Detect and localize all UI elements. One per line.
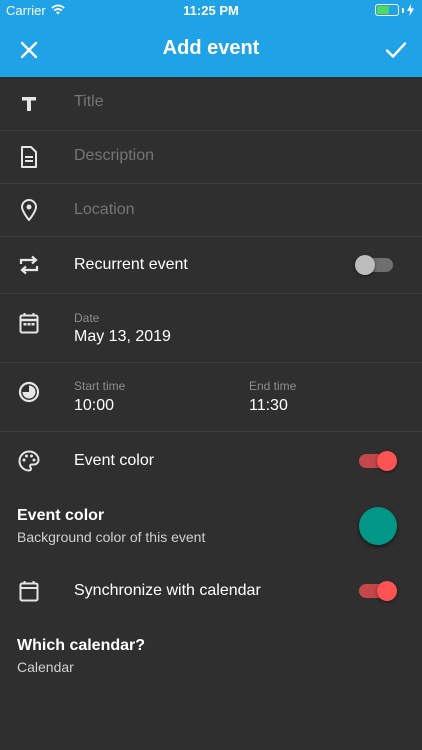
text-format-icon [17,92,41,116]
calendar-icon [17,311,41,335]
sync-calendar-row: Synchronize with calendar [0,562,422,620]
page-title: Add event [162,37,260,59]
event-color-title: Event color [17,507,105,524]
start-time-label: Start time [74,379,126,393]
sync-calendar-label: Synchronize with calendar [74,582,261,599]
event-color-toggle-row: Event color [0,432,422,490]
end-time-value: 11:30 [249,397,288,414]
which-calendar-selector[interactable]: Which calendar? Calendar [17,637,145,675]
recurrent-event-row: Recurrent event [0,237,422,294]
which-calendar-title: Which calendar? [17,637,146,654]
repeat-icon [17,253,41,277]
charging-icon [407,4,414,16]
app-bar: Add event [0,22,422,77]
date-row[interactable]: Date May 13, 2019 [0,294,422,363]
location-pin-icon [17,198,41,222]
description-input[interactable] [74,147,394,165]
event-color-toggle[interactable] [359,451,397,471]
which-calendar-value: Calendar [17,659,74,675]
color-swatch[interactable] [359,507,397,545]
description-icon [17,145,41,169]
event-color-subtitle: Background color of this event [17,529,206,545]
time-row: Start time 10:00 End time 11:30 [0,363,422,432]
checkmark-icon [385,42,407,58]
status-bar: Carrier 11:25 PM [0,0,422,22]
battery-icon [375,4,414,16]
status-time: 11:25 PM [183,3,239,18]
end-time-label: End time [249,379,297,393]
clock-icon [17,380,41,404]
location-row [0,184,422,237]
title-row [0,77,422,131]
calendar-outline-icon [17,579,41,603]
date-label: Date [74,311,100,325]
event-color-picker[interactable]: Event color Background color of this eve… [17,507,205,545]
start-time-value: 10:00 [74,397,115,414]
event-color-toggle-label: Event color [74,452,155,469]
save-button[interactable] [382,36,410,64]
sync-calendar-toggle[interactable] [359,581,397,601]
location-input[interactable] [74,201,394,219]
date-value: May 13, 2019 [74,328,171,345]
description-row [0,131,422,184]
title-input[interactable] [74,93,394,111]
recurrent-event-label: Recurrent event [74,256,188,273]
recurrent-event-toggle[interactable] [355,255,393,275]
palette-icon [17,449,41,473]
